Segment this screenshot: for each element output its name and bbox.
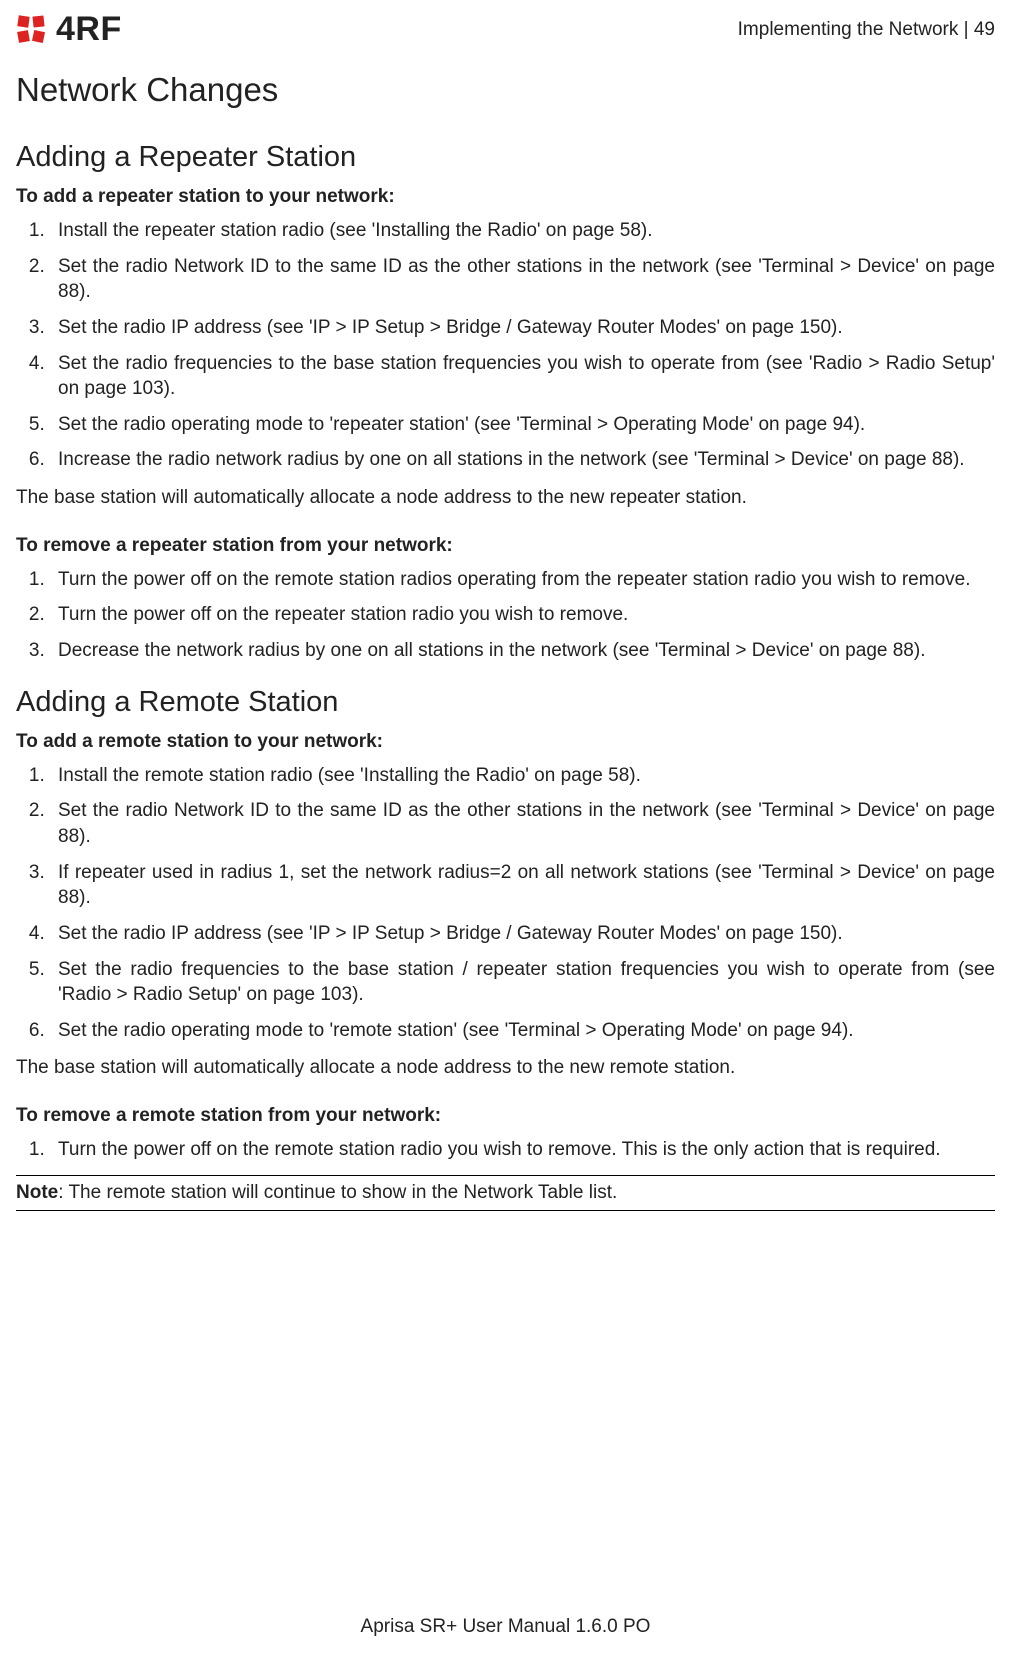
list-item: Decrease the network radius by one on al… — [50, 638, 995, 664]
list-item: Set the radio IP address (see 'IP > IP S… — [50, 921, 995, 947]
remote-add-after: The base station will automatically allo… — [16, 1055, 995, 1081]
brand-text: 4RF — [56, 10, 122, 49]
repeater-add-after: The base station will automatically allo… — [16, 485, 995, 511]
list-item: Set the radio operating mode to 'remote … — [50, 1018, 995, 1044]
repeater-remove-steps: Turn the power off on the remote station… — [16, 567, 995, 664]
list-item: Set the radio operating mode to 'repeate… — [50, 412, 995, 438]
page-title: Network Changes — [16, 71, 995, 109]
remote-remove-steps: Turn the power off on the remote station… — [16, 1137, 995, 1163]
heading-repeater: Adding a Repeater Station — [16, 141, 995, 174]
list-item: Set the radio IP address (see 'IP > IP S… — [50, 315, 995, 341]
note-block: Note: The remote station will continue t… — [16, 1175, 995, 1212]
page-footer: Aprisa SR+ User Manual 1.6.0 PO — [0, 1616, 1011, 1638]
note-body: : The remote station will continue to sh… — [58, 1182, 617, 1203]
list-item: Set the radio frequencies to the base st… — [50, 351, 995, 402]
document-page: 4RF Implementing the Network | 49 Networ… — [0, 0, 1011, 1656]
list-item: Set the radio frequencies to the base st… — [50, 957, 995, 1008]
remote-add-intro: To add a remote station to your network: — [16, 731, 995, 753]
remote-add-steps: Install the remote station radio (see 'I… — [16, 763, 995, 1044]
brand-icon — [16, 14, 48, 46]
remote-remove-intro: To remove a remote station from your net… — [16, 1105, 995, 1127]
list-item: Increase the radio network radius by one… — [50, 447, 995, 473]
repeater-add-intro: To add a repeater station to your networ… — [16, 186, 995, 208]
page-header: 4RF Implementing the Network | 49 — [16, 10, 995, 49]
repeater-add-steps: Install the repeater station radio (see … — [16, 218, 995, 473]
section-breadcrumb: Implementing the Network | 49 — [738, 19, 995, 41]
list-item: Install the repeater station radio (see … — [50, 218, 995, 244]
brand-logo: 4RF — [16, 10, 122, 49]
heading-remote: Adding a Remote Station — [16, 686, 995, 719]
list-item: Turn the power off on the repeater stati… — [50, 602, 995, 628]
list-item: Set the radio Network ID to the same ID … — [50, 798, 995, 849]
repeater-remove-intro: To remove a repeater station from your n… — [16, 535, 995, 557]
list-item: Turn the power off on the remote station… — [50, 1137, 995, 1163]
list-item: Turn the power off on the remote station… — [50, 567, 995, 593]
note-label: Note — [16, 1182, 58, 1203]
list-item: Install the remote station radio (see 'I… — [50, 763, 995, 789]
list-item: If repeater used in radius 1, set the ne… — [50, 860, 995, 911]
list-item: Set the radio Network ID to the same ID … — [50, 254, 995, 305]
